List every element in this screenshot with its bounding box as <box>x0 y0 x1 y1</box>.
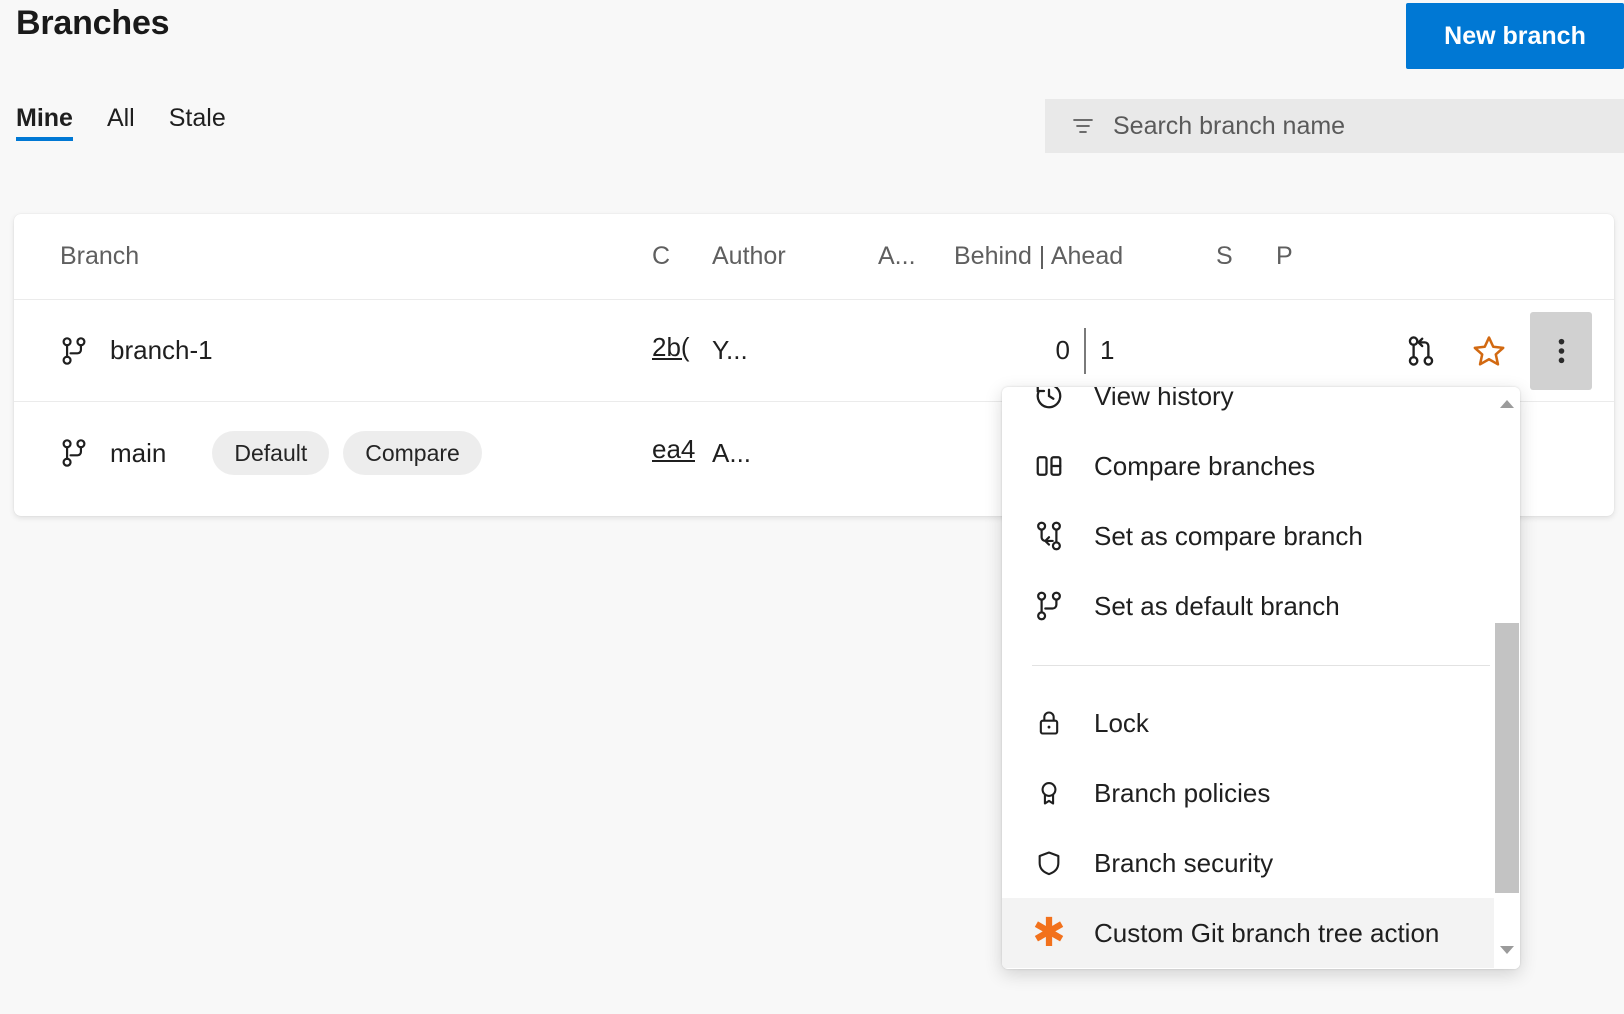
scroll-down-arrow-icon[interactable] <box>1494 937 1520 963</box>
ahead-count: 1 <box>1086 335 1132 366</box>
context-menu-scrollbar[interactable] <box>1494 387 1520 969</box>
commit-cell: ea4 <box>652 434 712 472</box>
scrollbar-thumb[interactable] <box>1495 623 1519 893</box>
default-badge[interactable]: Default <box>212 431 329 475</box>
scroll-up-arrow-icon[interactable] <box>1494 391 1520 417</box>
branch-filter-tabs: Mine All Stale <box>16 104 226 155</box>
menu-item-branch-security[interactable]: Branch security <box>1002 828 1520 898</box>
menu-item-label: Custom Git branch tree action <box>1094 918 1439 949</box>
branch-cell: main Default Compare <box>14 431 652 475</box>
history-icon <box>1032 387 1066 413</box>
more-actions-button[interactable] <box>1530 312 1592 390</box>
filter-icon <box>1071 114 1095 138</box>
commit-cell: 2b( <box>652 332 712 370</box>
branch-name[interactable]: branch-1 <box>110 335 213 366</box>
menu-item-lock[interactable]: Lock <box>1002 688 1520 758</box>
new-branch-button[interactable]: New branch <box>1406 3 1624 69</box>
menu-item-label: Branch policies <box>1094 778 1270 809</box>
behind-count: 0 <box>1038 335 1084 366</box>
branch-context-menu: View history Compare branches <box>1002 387 1520 969</box>
set-compare-branch-icon <box>1032 519 1066 553</box>
compare-branches-icon <box>1032 449 1066 483</box>
search-branch-box[interactable] <box>1045 99 1624 153</box>
branch-badges: Default Compare <box>212 431 481 475</box>
table-header-row: Branch C Author A... Behind | Ahead S P <box>14 214 1614 300</box>
create-pull-request-icon[interactable] <box>1394 324 1448 378</box>
branch-name[interactable]: main <box>110 438 166 469</box>
git-branch-icon <box>60 336 88 366</box>
column-header-commit[interactable]: C <box>652 242 712 271</box>
menu-item-compare-branches[interactable]: Compare branches <box>1002 431 1520 501</box>
column-header-author[interactable]: Author <box>712 242 878 271</box>
compare-badge[interactable]: Compare <box>343 431 482 475</box>
menu-item-label: Compare branches <box>1094 451 1315 482</box>
column-header-behind-ahead[interactable]: Behind | Ahead <box>954 242 1216 271</box>
tab-all[interactable]: All <box>107 104 135 155</box>
column-header-p[interactable]: P <box>1276 242 1340 271</box>
behind-ahead-cell: 0 1 <box>954 328 1216 374</box>
commit-link[interactable]: ea4 <box>652 434 695 465</box>
page-title: Branches <box>16 4 169 43</box>
branches-page: Branches New branch Mine All Stale Branc… <box>0 0 1624 1014</box>
author-cell: Y... <box>712 335 878 366</box>
shield-icon <box>1032 846 1066 880</box>
asterisk-icon: ✱ <box>1032 916 1066 950</box>
tab-stale[interactable]: Stale <box>169 104 226 155</box>
menu-item-label: Branch security <box>1094 848 1273 879</box>
menu-item-label: Set as default branch <box>1094 591 1340 622</box>
tab-mine[interactable]: Mine <box>16 104 73 155</box>
author-cell: A... <box>712 438 878 469</box>
menu-item-label: Lock <box>1094 708 1149 739</box>
column-header-s[interactable]: S <box>1216 242 1276 271</box>
menu-item-label: View history <box>1094 387 1234 412</box>
column-header-branch[interactable]: Branch <box>14 242 652 271</box>
favorite-star-icon[interactable] <box>1462 324 1516 378</box>
branch-cell: branch-1 <box>14 335 652 366</box>
menu-divider <box>1032 665 1490 666</box>
row-actions <box>1394 312 1614 390</box>
commit-link[interactable]: 2b( <box>652 332 690 363</box>
search-input[interactable] <box>1113 112 1624 141</box>
menu-item-view-history[interactable]: View history <box>1002 387 1520 431</box>
menu-item-set-as-default-branch[interactable]: Set as default branch <box>1002 571 1520 641</box>
menu-item-label: Set as compare branch <box>1094 521 1363 552</box>
column-header-date[interactable]: A... <box>878 242 954 271</box>
menu-item-set-as-compare-branch[interactable]: Set as compare branch <box>1002 501 1520 571</box>
git-branch-icon <box>60 438 88 468</box>
ribbon-icon <box>1032 776 1066 810</box>
menu-item-custom-git-branch-tree-action[interactable]: ✱ Custom Git branch tree action <box>1002 898 1520 968</box>
git-branch-icon <box>1032 589 1066 623</box>
context-menu-list: View history Compare branches <box>1002 387 1520 968</box>
lock-icon <box>1032 706 1066 740</box>
menu-item-branch-policies[interactable]: Branch policies <box>1002 758 1520 828</box>
